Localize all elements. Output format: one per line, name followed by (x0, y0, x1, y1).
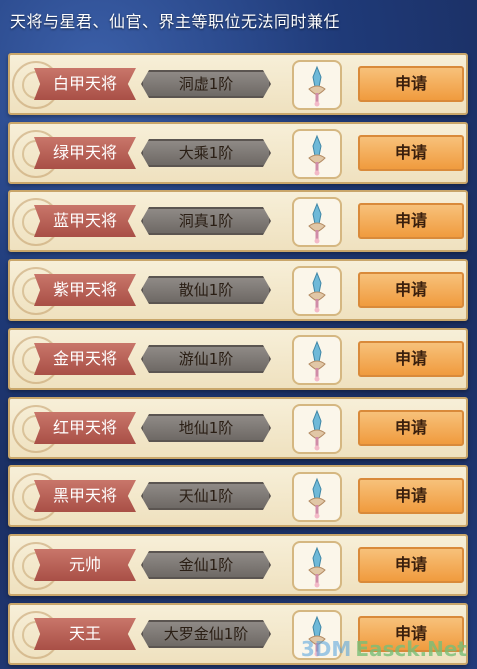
position-title: 红甲天将 (34, 412, 136, 444)
sword-artifact-icon (308, 65, 326, 107)
sword-artifact-icon (308, 134, 326, 176)
required-rank: 天仙1阶 (141, 482, 271, 510)
position-title: 白甲天将 (34, 68, 136, 100)
sword-artifact-icon (308, 202, 326, 244)
apply-button[interactable]: 申请 (358, 478, 464, 514)
apply-button[interactable]: 申请 (358, 66, 464, 102)
required-rank: 大罗金仙1阶 (141, 620, 271, 648)
reward-item-slot[interactable] (292, 404, 342, 454)
sword-artifact-icon (308, 546, 326, 588)
sword-artifact-icon (308, 340, 326, 382)
position-title: 元帅 (34, 549, 136, 581)
sword-artifact-icon (308, 477, 326, 519)
required-rank: 地仙1阶 (141, 414, 271, 442)
position-row: 红甲天将 地仙1阶 申请 (8, 397, 468, 459)
watermark-right: Easck.Net (355, 637, 467, 661)
position-title: 绿甲天将 (34, 137, 136, 169)
position-row: 紫甲天将 散仙1阶 申请 (8, 259, 468, 321)
position-title: 蓝甲天将 (34, 205, 136, 237)
required-rank: 游仙1阶 (141, 345, 271, 373)
required-rank: 大乘1阶 (141, 139, 271, 167)
apply-button[interactable]: 申请 (358, 203, 464, 239)
position-title: 天王 (34, 618, 136, 650)
position-row: 绿甲天将 大乘1阶 申请 (8, 122, 468, 184)
apply-button[interactable]: 申请 (358, 341, 464, 377)
reward-item-slot[interactable] (292, 472, 342, 522)
position-row: 蓝甲天将 洞真1阶 申请 (8, 190, 468, 252)
position-title: 黑甲天将 (34, 480, 136, 512)
position-list: 白甲天将 洞虚1阶 申请 绿甲天将 大乘1阶 申请 蓝甲天将 洞真1阶 申请 紫… (0, 46, 477, 669)
apply-button[interactable]: 申请 (358, 547, 464, 583)
reward-item-slot[interactable] (292, 197, 342, 247)
sword-artifact-icon (308, 409, 326, 451)
reward-item-slot[interactable] (292, 266, 342, 316)
position-notice: 天将与星君、仙官、界主等职位无法同时兼任 (10, 12, 341, 31)
position-row: 元帅 金仙1阶 申请 (8, 534, 468, 596)
sword-artifact-icon (308, 271, 326, 313)
required-rank: 散仙1阶 (141, 276, 271, 304)
position-title: 紫甲天将 (34, 274, 136, 306)
position-row: 黑甲天将 天仙1阶 申请 (8, 465, 468, 527)
reward-item-slot[interactable] (292, 541, 342, 591)
apply-button[interactable]: 申请 (358, 410, 464, 446)
reward-item-slot[interactable] (292, 60, 342, 110)
watermark: 3DM Easck.Net (301, 637, 467, 661)
reward-item-slot[interactable] (292, 129, 342, 179)
watermark-left: 3DM (300, 637, 352, 661)
position-row: 白甲天将 洞虚1阶 申请 (8, 53, 468, 115)
reward-item-slot[interactable] (292, 335, 342, 385)
apply-button[interactable]: 申请 (358, 272, 464, 308)
apply-button[interactable]: 申请 (358, 135, 464, 171)
position-title: 金甲天将 (34, 343, 136, 375)
required-rank: 洞真1阶 (141, 207, 271, 235)
required-rank: 金仙1阶 (141, 551, 271, 579)
required-rank: 洞虚1阶 (141, 70, 271, 98)
position-row: 金甲天将 游仙1阶 申请 (8, 328, 468, 390)
